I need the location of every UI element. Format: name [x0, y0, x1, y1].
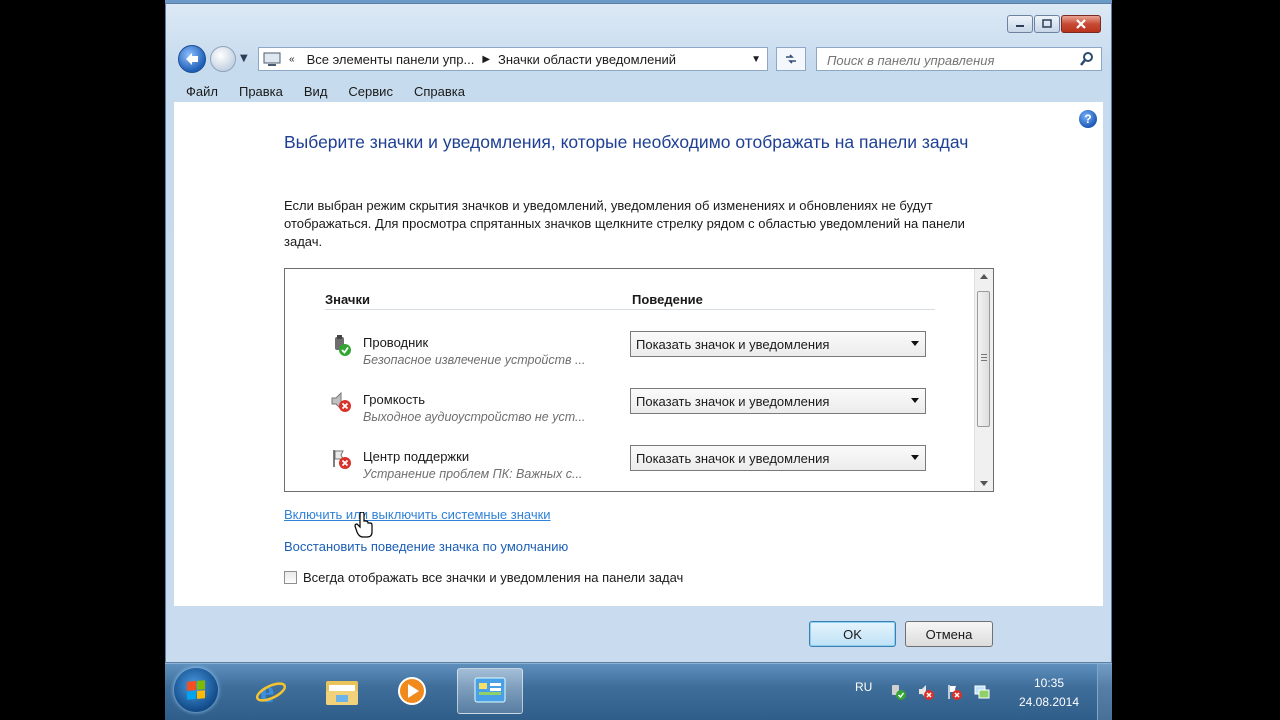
clock-date: 24.08.2014 [1018, 695, 1080, 709]
chevron-down-icon [911, 398, 919, 403]
ok-button[interactable]: OK [809, 621, 896, 647]
windows-explorer-icon [326, 681, 358, 705]
scroll-down-arrow-icon[interactable] [980, 481, 988, 486]
behavior-select-value: Показать значок и уведомления [636, 393, 830, 409]
desktop: ▼ « Все элементы панели упр... ▶ Значки … [165, 0, 1112, 720]
show-desktop-button[interactable] [1097, 664, 1112, 720]
behavior-select-value: Показать значок и уведомления [636, 450, 830, 466]
always-show-all-checkbox[interactable] [284, 571, 297, 584]
search-box[interactable] [816, 47, 1102, 71]
always-show-all-icons-option[interactable]: Всегда отображать все значки и уведомлен… [284, 570, 683, 585]
column-header-icons: Значки [325, 292, 370, 307]
recent-pages-button[interactable]: ▼ [240, 53, 248, 64]
item-description: Выходное аудиоустройство не уст... [363, 410, 586, 424]
behavior-select-value: Показать значок и уведомления [636, 336, 830, 352]
taskbar: e RU 10:35 24.08.2014 [165, 663, 1112, 720]
behavior-select[interactable]: Показать значок и уведомления [630, 388, 926, 414]
toggle-system-icons-link[interactable]: Включить или выключить системные значки [284, 507, 551, 522]
scroll-up-arrow-icon[interactable] [980, 274, 988, 279]
cancel-button[interactable]: Отмена [905, 621, 993, 647]
menu-tools[interactable]: Сервис [336, 84, 402, 99]
refresh-icon [786, 54, 796, 64]
address-bar[interactable]: « Все элементы панели упр... ▶ Значки об… [258, 47, 768, 71]
item-name: Проводник [363, 335, 429, 350]
column-header-behavior: Поведение [632, 292, 703, 307]
refresh-button[interactable] [776, 47, 806, 71]
minimize-icon [1016, 25, 1024, 27]
menu-file[interactable]: Файл [174, 84, 227, 99]
breadcrumb-all-items[interactable]: Все элементы панели упр... [307, 52, 475, 67]
item-name: Центр поддержки [363, 449, 470, 464]
close-button[interactable] [1061, 15, 1101, 33]
chevron-down-icon [911, 341, 919, 346]
help-icon[interactable]: ? [1079, 110, 1097, 128]
media-player-icon [398, 677, 426, 705]
list-item: Громкость Выходное аудиоустройство не ус… [285, 388, 975, 444]
control-panel-window: ▼ « Все элементы панели упр... ▶ Значки … [165, 3, 1112, 663]
volume-muted-icon [331, 392, 351, 412]
arrow-left-icon [186, 53, 198, 65]
tray-volume-muted-icon[interactable] [918, 684, 934, 700]
control-panel-icon [474, 677, 506, 703]
breadcrumb-separator: « [289, 53, 295, 65]
clock-time: 10:35 [1033, 676, 1065, 690]
header-divider [325, 309, 935, 310]
hand-cursor-icon [354, 512, 373, 538]
list-scrollbar[interactable] [974, 269, 993, 491]
menu-view[interactable]: Вид [292, 84, 337, 99]
notification-icons-list: Значки Поведение Проводник Безопасное из… [284, 268, 994, 492]
item-name: Громкость [363, 392, 425, 407]
windows-logo-icon [187, 680, 205, 700]
maximize-button[interactable] [1034, 15, 1060, 33]
start-button[interactable] [174, 668, 218, 712]
forward-button[interactable] [210, 46, 236, 72]
action-center-flag-icon [333, 450, 351, 469]
breadcrumb-notification-icons[interactable]: Значки области уведомлений [498, 52, 676, 67]
page-description: Если выбран режим скрытия значков и увед… [284, 198, 965, 249]
minimize-button[interactable] [1007, 15, 1033, 33]
window-caption-buttons [1006, 15, 1101, 33]
restore-default-behavior-link[interactable]: Восстановить поведение значка по умолчан… [284, 539, 568, 554]
breadcrumb-arrow[interactable]: ▶ [482, 54, 490, 65]
notification-area [890, 684, 1002, 700]
grip-icon [981, 354, 987, 361]
system-clock[interactable]: 10:35 24.08.2014 [1013, 674, 1085, 712]
chevron-down-icon [911, 455, 919, 460]
menu-edit[interactable]: Правка [227, 84, 292, 99]
explorer-safe-remove-icon [335, 335, 351, 356]
taskbar-control-panel[interactable] [457, 668, 523, 714]
behavior-select[interactable]: Показать значок и уведомления [630, 445, 926, 471]
item-description: Безопасное извлечение устройств ... [363, 353, 586, 367]
address-dropdown-icon[interactable]: ▼ [751, 54, 761, 65]
close-icon [1076, 19, 1086, 29]
always-show-all-label: Всегда отображать все значки и уведомлен… [303, 570, 684, 585]
list-item: Центр поддержки Устранение проблем ПК: В… [285, 445, 975, 501]
navigation-bar: ▼ « Все элементы панели упр... ▶ Значки … [174, 43, 1103, 75]
taskbar-media-player[interactable] [387, 668, 437, 714]
menu-bar: Файл Правка Вид Сервис Справка [174, 80, 1103, 102]
internet-explorer-icon: e [255, 674, 287, 708]
menu-help[interactable]: Справка [402, 84, 474, 99]
taskbar-windows-explorer[interactable] [317, 668, 367, 714]
language-indicator[interactable]: RU [855, 680, 872, 694]
item-description: Устранение проблем ПК: Важных с... [363, 467, 583, 481]
content-pane: ? Выберите значки и уведомления, которые… [174, 102, 1103, 606]
scrollbar-thumb[interactable] [977, 291, 990, 427]
behavior-select[interactable]: Показать значок и уведомления [630, 331, 926, 357]
maximize-icon [1042, 19, 1052, 28]
search-icon[interactable] [1079, 51, 1095, 67]
page-title: Выберите значки и уведомления, которые н… [284, 132, 969, 152]
tray-safe-remove-icon[interactable] [890, 684, 906, 700]
list-item: Проводник Безопасное извлечение устройст… [285, 331, 975, 387]
control-panel-small-icon [263, 52, 281, 66]
taskbar-internet-explorer[interactable]: e [246, 668, 296, 714]
search-input[interactable] [825, 49, 1079, 71]
tray-network-icon[interactable] [974, 684, 990, 700]
tray-action-center-icon[interactable] [946, 684, 962, 700]
back-button[interactable] [178, 45, 206, 73]
